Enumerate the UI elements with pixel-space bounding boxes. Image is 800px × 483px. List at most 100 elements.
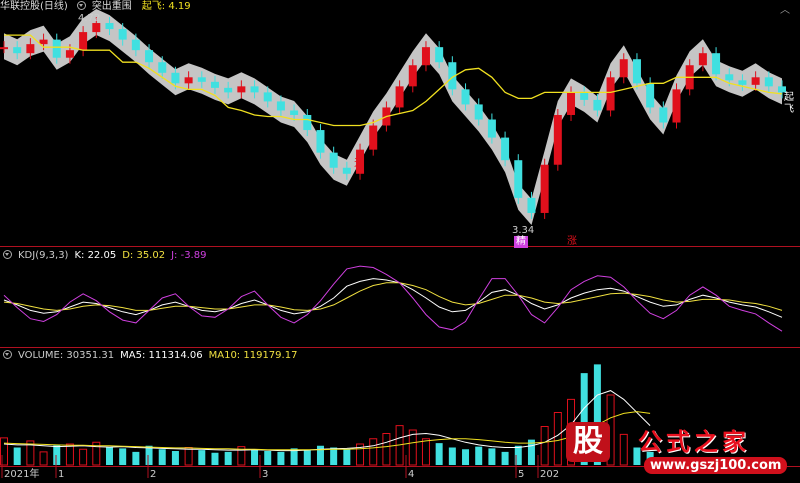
candle-body bbox=[553, 114, 562, 165]
volume-title[interactable]: VOLUME: 30351.31 bbox=[18, 350, 114, 361]
volume-bar bbox=[79, 448, 88, 466]
indicator-name[interactable]: 突出重围 bbox=[92, 1, 132, 12]
candle-body bbox=[646, 83, 655, 108]
volume-bar bbox=[435, 443, 443, 465]
candle-body bbox=[224, 87, 233, 93]
candle-body bbox=[567, 92, 576, 115]
chart-stage[interactable]: 2021年 1 2 3 4 5 202 华联控股(日线) 突出重围 起飞: 4.19 ︿ 4.7… bbox=[0, 0, 800, 480]
candle-body bbox=[725, 74, 734, 81]
volume-ma5-value: MA5: 111314.06 bbox=[120, 350, 203, 361]
kdj-panel[interactable] bbox=[3, 265, 783, 332]
candle-body bbox=[79, 32, 88, 51]
volume-bar bbox=[421, 438, 430, 466]
time-axis-label: 1 bbox=[58, 469, 64, 480]
volume-bar bbox=[488, 448, 496, 465]
collapse-chevron-icon[interactable]: ︿ bbox=[780, 1, 790, 16]
candle-body bbox=[435, 47, 444, 63]
candle-body bbox=[672, 89, 681, 123]
candle-body bbox=[474, 104, 483, 120]
volume-bar bbox=[303, 450, 311, 465]
candle-body bbox=[26, 44, 35, 54]
time-axis-label: 3 bbox=[262, 469, 268, 480]
candle-body bbox=[461, 89, 470, 105]
time-axis-label: 2021年 bbox=[4, 467, 39, 480]
volume-bar bbox=[330, 447, 338, 465]
candle-body bbox=[487, 119, 496, 138]
candle-body bbox=[527, 197, 536, 213]
time-axis-label: 2 bbox=[150, 469, 156, 480]
candle-body bbox=[13, 47, 22, 54]
volume-header: VOLUME: 30351.31 MA5: 111314.06 MA10: 1191… bbox=[0, 349, 303, 363]
volume-bar bbox=[184, 447, 193, 466]
volume-bar bbox=[198, 450, 206, 465]
candle-body bbox=[210, 81, 219, 88]
volume-panel[interactable] bbox=[0, 364, 654, 466]
takeoff-signal-tag: 起飞 bbox=[784, 92, 794, 115]
volume-bar bbox=[264, 451, 272, 465]
candle-body bbox=[290, 110, 299, 115]
candle-body bbox=[184, 77, 193, 84]
candle-body bbox=[158, 62, 167, 73]
candle-body bbox=[751, 77, 760, 85]
candle-body bbox=[619, 59, 628, 78]
volume-ma10-value: MA10: 119179.17 bbox=[208, 350, 298, 361]
volume-bar bbox=[65, 443, 74, 466]
watermark: 股 公式之家 www.gszj100.com bbox=[560, 420, 800, 480]
candle-body bbox=[237, 86, 246, 93]
volume-bar bbox=[53, 445, 61, 465]
volume-ma10-line bbox=[3, 411, 651, 451]
candle-body bbox=[408, 65, 417, 87]
volume-bar bbox=[382, 433, 391, 466]
price-max-label: 4.72 bbox=[78, 13, 101, 24]
candle-body bbox=[39, 39, 48, 45]
volume-bar bbox=[211, 452, 219, 465]
buy-signal-tag: 精 bbox=[514, 236, 528, 248]
kdj-j-line bbox=[3, 265, 783, 332]
volume-bar bbox=[13, 447, 21, 465]
signal-value: 起飞: 4.19 bbox=[141, 1, 191, 12]
volume-bar bbox=[540, 426, 549, 466]
candle-body bbox=[131, 39, 140, 51]
volume-bar bbox=[501, 451, 509, 465]
time-axis-label: 5 bbox=[518, 469, 524, 480]
volume-bar bbox=[105, 447, 113, 465]
candle-body bbox=[329, 152, 338, 168]
candle-body bbox=[540, 164, 549, 213]
kdj-dropdown-icon[interactable] bbox=[3, 250, 12, 259]
candle-body bbox=[421, 47, 430, 66]
candle-body bbox=[606, 77, 615, 111]
candle-body bbox=[303, 114, 312, 131]
sky-signal-tag: 天 bbox=[354, 158, 364, 169]
kdj-header: KDJ(9,3,3) K: 22.05 D: 35.02 J: -3.89 bbox=[0, 249, 212, 263]
dropdown-icon[interactable] bbox=[76, 1, 86, 10]
volume-bar bbox=[251, 449, 259, 465]
volume-bar bbox=[145, 445, 153, 465]
candle-body bbox=[659, 107, 668, 123]
watermark-logo: 股 bbox=[566, 422, 610, 462]
kdj-title[interactable]: KDJ(9,3,3) bbox=[18, 250, 68, 261]
volume-bar bbox=[316, 445, 324, 465]
volume-bar bbox=[158, 449, 166, 465]
candle-body bbox=[501, 137, 510, 161]
candle-body bbox=[712, 53, 721, 75]
volume-bar bbox=[343, 449, 351, 465]
candle-body bbox=[698, 53, 707, 66]
candle-body bbox=[632, 59, 641, 84]
price-panel[interactable] bbox=[0, 9, 786, 225]
candle-body bbox=[316, 130, 325, 153]
candle-body bbox=[738, 80, 747, 85]
kdj-j-value: J: -3.89 bbox=[171, 250, 207, 261]
watermark-title: 公式之家 bbox=[638, 427, 750, 456]
volume-bar bbox=[224, 451, 232, 465]
volume-dropdown-icon[interactable] bbox=[3, 350, 12, 359]
candle-body bbox=[250, 86, 259, 93]
candle-body bbox=[593, 99, 602, 111]
candle-body bbox=[52, 39, 61, 58]
stock-name[interactable]: 华联控股(日线) bbox=[0, 1, 68, 12]
volume-bar bbox=[475, 446, 483, 465]
candle-body bbox=[197, 77, 206, 82]
kdj-k-value: K: 22.05 bbox=[74, 250, 117, 261]
volume-bar bbox=[448, 447, 456, 465]
rise-signal-tag: 涨 bbox=[567, 236, 577, 247]
chart-canvas[interactable]: 2021年 1 2 3 4 5 202 bbox=[0, 0, 800, 480]
